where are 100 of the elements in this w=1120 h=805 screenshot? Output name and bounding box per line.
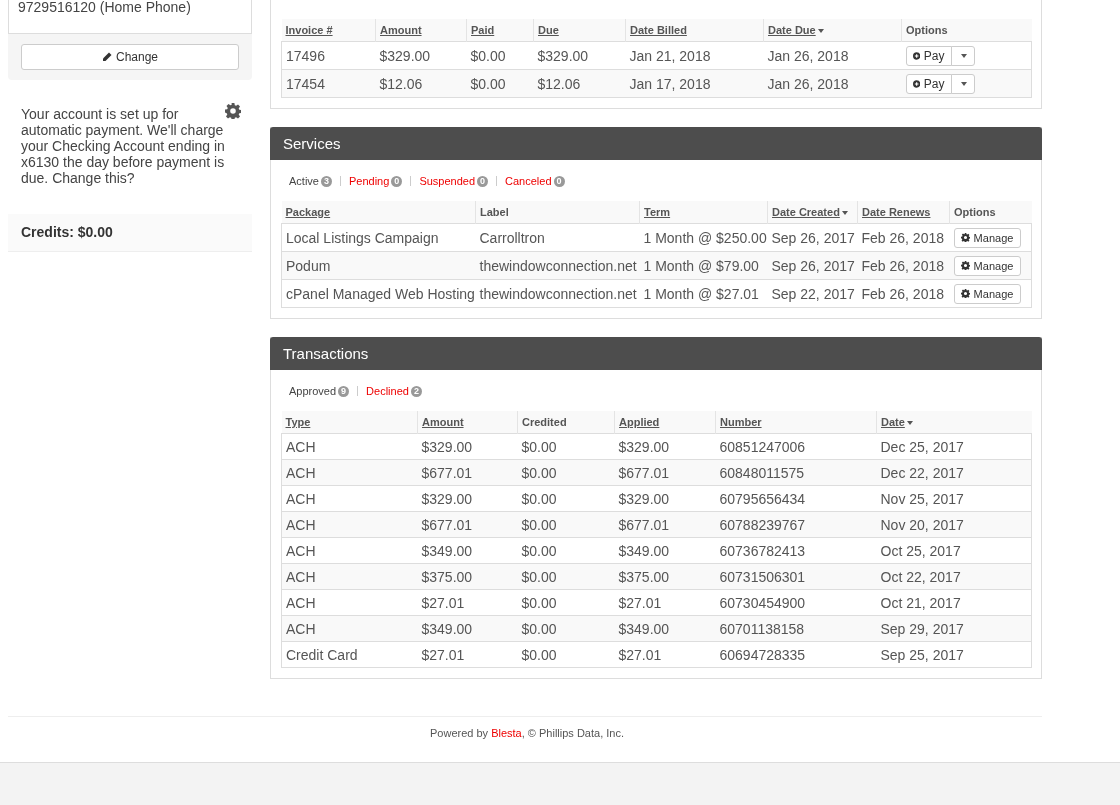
plus-circle-icon [912,78,920,89]
table-cell: ACH [286,438,316,455]
table-cell: Feb 26, 2018 [861,229,944,246]
table-cell: Jan 26, 2018 [767,47,849,64]
table-cell: 1 Month @ $79.00 [643,257,759,274]
table-cell: 17496 [286,47,325,64]
column-header: Label [480,206,509,218]
table-cell: Jan 21, 2018 [629,47,711,64]
change-button[interactable]: Change [21,44,239,70]
table-cell: thewindowconnection.net [479,257,637,274]
table-cell: Podum [286,257,331,274]
filter-tab[interactable]: Pending 0 [349,175,403,187]
count-badge: 0 [553,175,565,187]
count-badge: 3 [320,175,332,187]
pay-button[interactable]: Pay [905,73,952,94]
sort-caret-icon [841,211,848,216]
filter-tab[interactable]: Active 3 [289,175,332,187]
caret-icon [960,53,967,58]
gear-icon [960,289,970,298]
column-header: Options [906,24,948,36]
table-cell: $677.01 [618,516,670,533]
table-cell: 1 Month @ $27.01 [643,285,759,302]
table-cell: $677.01 [421,516,473,533]
table-cell: $0.00 [521,438,557,455]
column-header-link[interactable]: Paid [471,24,495,36]
column-header-link[interactable]: Package [285,206,331,218]
column-header-link[interactable]: Date [881,416,913,428]
table-cell: ACH [286,568,316,585]
table-cell: Dec 22, 2017 [880,464,964,481]
table-cell: ACH [286,516,316,533]
filter-tab[interactable]: Suspended 0 [419,175,489,187]
table-cell: Feb 26, 2018 [861,285,944,302]
table-cell: $329.00 [421,490,473,507]
table-cell: Sep 29, 2017 [880,620,964,637]
table-cell: Nov 20, 2017 [880,516,964,533]
table-cell: Nov 25, 2017 [880,490,964,507]
count-badge: 2 [410,385,422,397]
table-cell: $329.00 [618,438,670,455]
table-cell: $677.01 [618,464,670,481]
table-cell: $329.00 [537,47,589,64]
table-cell: $349.00 [618,620,670,637]
table-cell: $349.00 [421,542,473,559]
table-cell: $27.01 [421,594,465,611]
plus-circle-icon [912,50,920,61]
table-cell: 60848011575 [719,464,805,481]
table-cell: $0.00 [521,542,557,559]
table-cell: $375.00 [618,568,670,585]
table-cell: Oct 25, 2017 [880,542,961,559]
gear-icon [960,261,970,270]
table-cell: ACH [286,542,316,559]
table-cell: $12.06 [537,75,581,92]
table-cell: Local Listings Campaign [286,229,439,246]
manage-button[interactable]: Manage [953,227,1021,248]
sort-caret-icon [817,29,824,34]
column-header-link[interactable]: Due [538,24,559,36]
table-cell: 60731506301 [719,568,806,585]
table-cell: $0.00 [470,47,506,64]
manage-button[interactable]: Manage [953,283,1021,304]
table-cell: $0.00 [521,594,557,611]
table-cell: $375.00 [421,568,473,585]
manage-button[interactable]: Manage [953,255,1021,276]
footer-text: Powered by Blesta, © Phillips Data, Inc. [430,727,624,741]
table-cell: 60795656434 [719,490,806,507]
table-cell: $677.01 [421,464,473,481]
table-cell: 1 Month @ $250.00 [643,229,767,246]
table-cell: thewindowconnection.net [479,285,637,302]
sort-caret-icon [906,421,913,426]
table-cell: cPanel Managed Web Hosting [286,285,475,302]
filter-tab[interactable]: Canceled 0 [505,175,565,187]
table-cell: $0.00 [521,490,557,507]
panel-title: Transactions [270,337,1042,370]
pencil-icon [101,52,112,62]
settings-icon [225,103,241,119]
table-cell: Sep 26, 2017 [771,257,855,274]
table-cell: Jan 17, 2018 [629,75,711,92]
column-header-link[interactable]: Term [644,206,671,218]
blesta-link[interactable]: Blesta [491,727,522,739]
column-header-link[interactable]: Type [285,416,311,428]
table-cell: Oct 22, 2017 [880,568,961,585]
table-cell: ACH [286,620,316,637]
table-cell: ACH [286,490,316,507]
column-header: Credited [522,416,567,428]
pay-button[interactable]: Pay [905,45,952,66]
table-cell: 60701138158 [719,620,805,637]
dropdown-button[interactable] [950,45,975,66]
count-badge: 0 [477,175,489,187]
table-cell: Dec 25, 2017 [880,438,964,455]
credits-box: Credits: $0.00 [8,214,252,252]
table-cell: $329.00 [379,47,431,64]
filter-tab[interactable]: Approved 9 [289,385,350,397]
table-cell: 60851247006 [719,438,806,455]
table-cell: 60694728335 [719,646,806,663]
table-cell: 60736782413 [719,542,806,559]
table-cell: $0.00 [521,620,557,637]
table-cell: Carrolltron [479,229,545,246]
panel-title: Services [270,127,1042,160]
filter-tab[interactable]: Declined 2 [366,385,422,397]
dropdown-button[interactable] [950,73,975,94]
table-cell: Credit Card [286,646,358,663]
column-header-link[interactable]: Number [720,416,762,428]
